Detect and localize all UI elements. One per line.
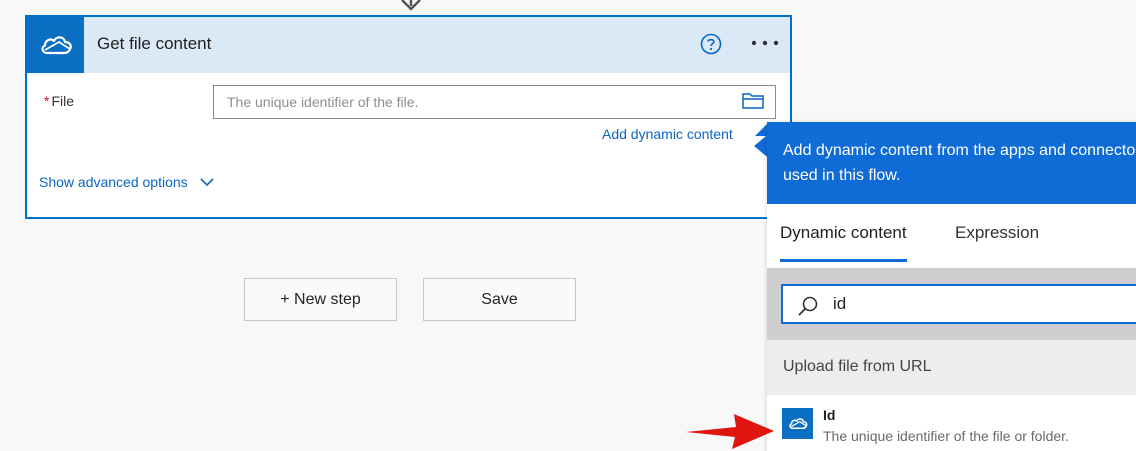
tab-dynamic-content[interactable]: Dynamic content xyxy=(780,204,907,262)
show-advanced-label: Show advanced options xyxy=(39,174,188,190)
folder-picker-icon[interactable] xyxy=(741,91,765,111)
panel-header-line-2: used in this flow. xyxy=(783,167,901,184)
help-icon[interactable] xyxy=(700,33,722,55)
result-description: The unique identifier of the file or fol… xyxy=(823,428,1069,444)
search-area xyxy=(767,268,1136,340)
save-button[interactable]: Save xyxy=(423,278,576,321)
flow-designer-canvas: Get file content *File Add dynamic cont xyxy=(0,0,1136,451)
required-marker: * xyxy=(44,93,50,109)
panel-tabs: Dynamic content Expression xyxy=(767,204,1136,268)
panel-header: Add dynamic content from the apps and co… xyxy=(767,122,1136,204)
section-header-upload-file-from-url: Upload file from URL xyxy=(767,340,1136,395)
card-title: Get file content xyxy=(97,34,212,53)
card-header[interactable]: Get file content xyxy=(27,17,790,73)
file-input[interactable] xyxy=(213,85,776,119)
result-title: Id xyxy=(823,407,836,423)
red-arrow-icon xyxy=(686,414,774,449)
onedrive-cloud-icon xyxy=(782,408,813,439)
search-icon xyxy=(798,296,818,316)
dynamic-content-panel: Add dynamic content from the apps and co… xyxy=(767,122,1136,451)
search-box[interactable] xyxy=(781,284,1136,324)
tab-expression-label: Expression xyxy=(955,223,1040,242)
onedrive-cloud-icon xyxy=(27,17,84,73)
file-label-text: File xyxy=(51,93,75,109)
add-dynamic-content-link[interactable]: Add dynamic content xyxy=(602,126,733,142)
list-item[interactable]: Id The unique identifier of the file or … xyxy=(767,395,1136,451)
more-options-icon[interactable] xyxy=(749,27,781,59)
tab-expression[interactable]: Expression xyxy=(955,204,1039,262)
chevron-down-icon xyxy=(200,177,214,186)
search-input[interactable] xyxy=(833,286,1133,322)
panel-header-line-1: Add dynamic content from the apps and co… xyxy=(783,142,1136,159)
new-step-button[interactable]: + New step xyxy=(244,278,397,321)
tab-dynamic-content-label: Dynamic content xyxy=(780,223,907,242)
file-field-label: * File xyxy=(44,93,74,109)
connector-arrow-icon xyxy=(401,0,421,11)
get-file-content-card: Get file content *File Add dynamic cont xyxy=(25,15,792,219)
show-advanced-options[interactable]: Show advanced options xyxy=(39,174,214,190)
